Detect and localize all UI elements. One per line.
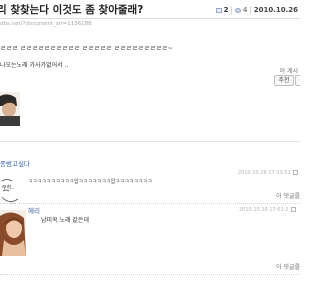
comment-divider	[0, 203, 300, 204]
comment-avatar: 부허.. ᴗᴗ	[0, 178, 28, 206]
square-icon[interactable]	[290, 207, 296, 212]
post-page: 리 찾찾는다 이것도 좀 찾아줄래? 2 | 4 | 2010.10.26 db…	[0, 0, 300, 300]
comment-author[interactable]: 헤리	[28, 205, 40, 215]
post-meta: 2 | 4 | 2010.10.26	[215, 5, 298, 15]
comment-time-text: 2010.10.26 17:33:51	[238, 170, 291, 176]
reply-link[interactable]: 이 댓글를	[276, 191, 300, 200]
comment-time: 2010.10.26 17:33:51	[238, 170, 298, 176]
recommend-label: 이 게시	[279, 68, 298, 75]
post-date: 2010.10.26	[253, 6, 298, 14]
comment-text: ㅋㅋㅋㅋㅋㅋㅋㅋㅋㅋ압ㅋㅋㅋㅋㅋㅋㅋ압ㅋㅋㅋㅋㅋㅋㅋㅋ	[28, 179, 153, 185]
view-count: 4	[242, 6, 248, 14]
square-icon[interactable]	[292, 170, 298, 175]
reply-link[interactable]: 이 댓글를	[276, 262, 300, 271]
person-icon	[234, 7, 241, 13]
post-body-line: ㄹㄹㄹ ㄹㄹㄹㄹㄹㄹㄹㄹㄹㄹ ㄹㄹㄹㄹㄹ ㄹㄹㄹㄹㄹㄹㄹㄹㄹ~	[0, 44, 174, 52]
recommend-button[interactable]: 추천	[274, 75, 294, 86]
comment-time: 2010.10.26 17:01:2	[239, 207, 296, 213]
comment-text: 남미꼭 노래 같은데	[41, 217, 89, 224]
post-permalink[interactable]: dbs.net/?document_srl=1136188	[0, 21, 92, 27]
meta-separator: |	[249, 6, 252, 14]
comment-time-text: 2010.10.26 17:01:2	[239, 207, 289, 213]
comment-avatar	[0, 210, 26, 256]
comment-author[interactable]: 종범고싶다	[0, 158, 30, 168]
comment-icon	[215, 7, 222, 13]
comment-divider	[0, 274, 300, 275]
comment-count: 2	[223, 6, 229, 14]
post-body-line: 나오는노래 가사가없어서 ..	[0, 62, 69, 69]
author-avatar	[0, 92, 20, 126]
section-divider	[0, 141, 300, 142]
not-recommend-button[interactable]	[295, 75, 300, 86]
post-title: 리 찾찾는다 이것도 좀 찾아줄래?	[0, 4, 144, 16]
meta-separator: |	[230, 6, 233, 14]
svg-text:부허..: 부허..	[2, 184, 15, 191]
post-header: 리 찾찾는다 이것도 좀 찾아줄래? 2 | 4 | 2010.10.26	[0, 0, 300, 19]
